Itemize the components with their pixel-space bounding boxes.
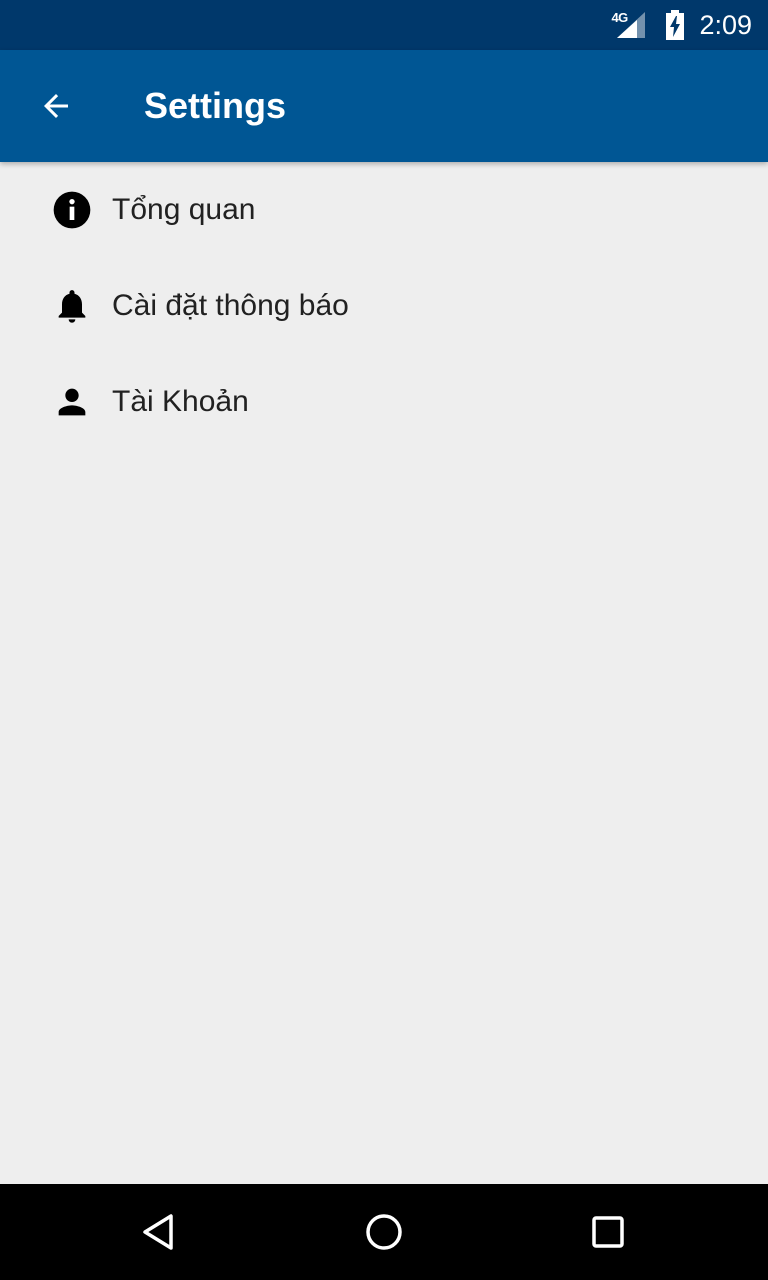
recents-square-icon <box>592 1216 624 1248</box>
nav-back-button[interactable] <box>132 1204 188 1260</box>
settings-item-label: Cài đặt thông báo <box>112 289 349 322</box>
nav-recents-button[interactable] <box>580 1204 636 1260</box>
back-triangle-icon <box>143 1214 173 1250</box>
settings-item-account[interactable]: Tài Khoản <box>0 354 768 450</box>
back-button[interactable] <box>28 78 84 134</box>
clock: 2:09 <box>699 9 752 40</box>
page-title: Settings <box>144 85 287 126</box>
person-icon <box>52 382 92 422</box>
signal-icon: 4G <box>611 10 651 40</box>
settings-item-notifications[interactable]: Cài đặt thông báo <box>0 258 768 354</box>
info-icon <box>52 190 92 230</box>
bell-icon <box>52 286 92 326</box>
battery-charging-icon <box>666 10 685 40</box>
app-bar: Settings <box>0 50 768 162</box>
navigation-bar <box>0 1184 768 1280</box>
settings-list: Tổng quan Cài đặt thông báo Tài Khoản <box>0 162 768 450</box>
nav-home-button[interactable] <box>356 1204 412 1260</box>
status-bar: 4G 2:09 <box>0 0 768 50</box>
arrow-back-icon <box>44 94 68 118</box>
settings-item-label: Tài Khoản <box>112 385 249 418</box>
status-icons: 4G 2:09 <box>611 0 752 50</box>
settings-item-label: Tổng quan <box>112 193 256 226</box>
settings-item-overview[interactable]: Tổng quan <box>0 162 768 258</box>
home-circle-icon <box>366 1214 402 1250</box>
